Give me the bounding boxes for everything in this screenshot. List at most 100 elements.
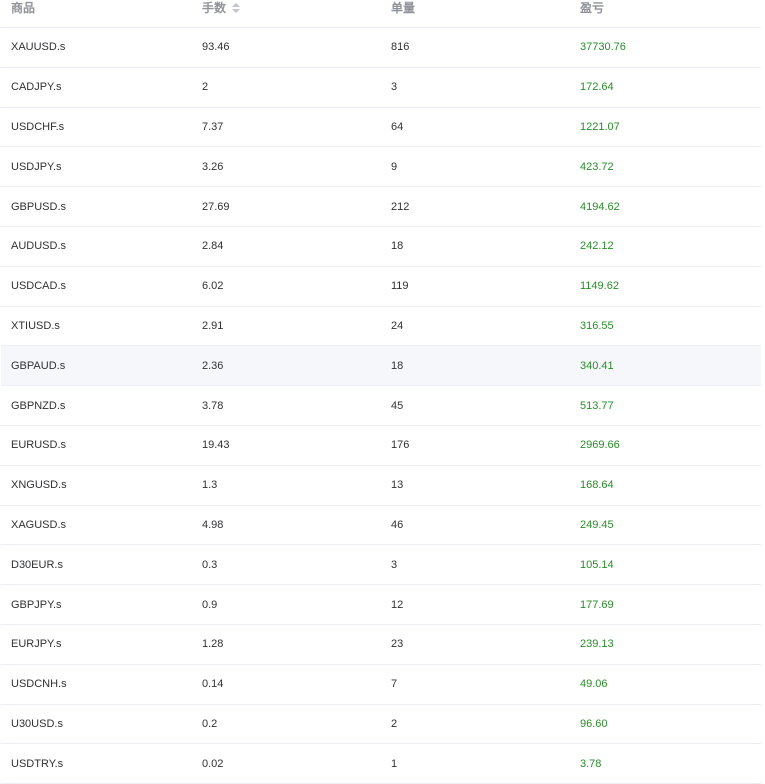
cell-lots: 4.98: [202, 518, 224, 531]
cell-pnl: 423.72: [580, 160, 614, 173]
cell-symbol: XAUUSD.s: [11, 41, 66, 54]
cell-lots: 27.69: [202, 200, 230, 213]
table-row[interactable]: GBPAUD.s 2.36 18 340.41: [1, 346, 761, 387]
column-header-label: 商品: [11, 1, 36, 15]
table-row[interactable]: USDCHF.s 7.37 64 1221.07: [1, 108, 761, 148]
cell-orders: 816: [391, 41, 410, 54]
table-row[interactable]: USDCAD.s 6.02 119 1149.62: [1, 267, 761, 307]
table-row[interactable]: XTIUSD.s 2.91 24 316.55: [1, 307, 761, 347]
cell-orders: 3: [391, 558, 398, 571]
cell-pnl: 37730.76: [580, 41, 626, 54]
cell-orders: 45: [391, 399, 404, 412]
cell-symbol: D30EUR.s: [11, 558, 63, 571]
cell-symbol: AUDUSD.s: [11, 240, 67, 253]
cell-symbol: USDCAD.s: [11, 280, 67, 293]
cell-pnl: 49.06: [580, 678, 608, 691]
table-row[interactable]: GBPNZD.s 3.78 45 513.77: [1, 386, 761, 426]
cell-symbol: EURJPY.s: [11, 638, 62, 651]
cell-lots: 1.28: [202, 638, 224, 651]
cell-orders: 64: [391, 120, 404, 133]
cell-orders: 7: [391, 678, 398, 691]
cell-symbol: XAGUSD.s: [11, 518, 67, 531]
trade-summary-table: 商品 手数 单量 盈亏 XAUUSD.s 93.46 816 37730.76 CADJ…: [1, 0, 761, 784]
cell-pnl: 513.77: [580, 399, 614, 412]
cell-pnl: 168.64: [580, 479, 614, 492]
cell-lots: 0.3: [202, 558, 218, 571]
column-header-lots[interactable]: 手数: [192, 0, 381, 16]
column-header-symbol[interactable]: 商品: [1, 0, 192, 16]
table-row[interactable]: CADJPY.s 2 3 172.64: [1, 68, 761, 108]
cell-orders: 13: [391, 479, 404, 492]
cell-orders: 18: [391, 240, 404, 253]
cell-symbol: USDTRY.s: [11, 757, 64, 770]
cell-orders: 18: [391, 359, 404, 372]
cell-lots: 3.78: [202, 399, 224, 412]
cell-lots: 1.3: [202, 479, 218, 492]
table-row[interactable]: GBPJPY.s 0.9 12 177.69: [1, 585, 761, 625]
cell-orders: 24: [391, 319, 404, 332]
cell-orders: 176: [391, 439, 410, 452]
cell-symbol: USDJPY.s: [11, 160, 62, 173]
cell-pnl: 242.12: [580, 240, 614, 253]
cell-orders: 2: [391, 717, 398, 730]
table-row[interactable]: XNGUSD.s 1.3 13 168.64: [1, 466, 761, 506]
cell-lots: 93.46: [202, 41, 230, 54]
cell-lots: 2: [202, 81, 209, 94]
cell-pnl: 1221.07: [580, 120, 620, 133]
table-row[interactable]: GBPUSD.s 27.69 212 4194.62: [1, 187, 761, 227]
column-header-label: 单量: [391, 1, 416, 15]
table-row[interactable]: XAGUSD.s 4.98 46 249.45: [1, 506, 761, 546]
column-header-orders[interactable]: 单量: [381, 0, 570, 16]
table-row[interactable]: AUDUSD.s 2.84 18 242.12: [1, 227, 761, 267]
cell-pnl: 249.45: [580, 518, 614, 531]
cell-lots: 19.43: [202, 439, 230, 452]
cell-pnl: 177.69: [580, 598, 614, 611]
table-row[interactable]: U30USD.s 0.2 2 96.60: [1, 705, 761, 745]
cell-orders: 119: [391, 280, 409, 293]
cell-symbol: GBPAUD.s: [11, 359, 66, 372]
cell-pnl: 96.60: [580, 717, 608, 730]
cell-lots: 6.02: [202, 280, 224, 293]
cell-lots: 2.36: [202, 359, 224, 372]
cell-pnl: 172.64: [580, 81, 614, 94]
cell-lots: 0.14: [202, 678, 224, 691]
cell-symbol: EURUSD.s: [11, 439, 67, 452]
table-header: 商品 手数 单量 盈亏: [1, 0, 761, 28]
table-row[interactable]: D30EUR.s 0.3 3 105.14: [1, 545, 761, 586]
cell-orders: 12: [391, 598, 404, 611]
cell-lots: 0.02: [202, 757, 224, 770]
cell-symbol: USDCNH.s: [11, 678, 67, 691]
cell-orders: 3: [391, 81, 398, 94]
cell-pnl: 2969.66: [580, 439, 620, 452]
cell-symbol: GBPUSD.s: [11, 200, 67, 213]
cell-orders: 23: [391, 638, 404, 651]
table-row[interactable]: EURUSD.s 19.43 176 2969.66: [1, 426, 761, 466]
table-row[interactable]: USDCNH.s 0.14 7 49.06: [1, 665, 761, 705]
cell-symbol: XTIUSD.s: [11, 319, 60, 332]
table-row[interactable]: XAUUSD.s 93.46 816 37730.76: [1, 28, 761, 68]
cell-lots: 2.91: [202, 319, 224, 332]
sort-caret-icon[interactable]: [232, 2, 241, 15]
cell-pnl: 340.41: [580, 359, 614, 372]
table-row[interactable]: USDJPY.s 3.26 9 423.72: [1, 147, 761, 188]
cell-orders: 46: [391, 518, 404, 531]
cell-orders: 1: [391, 757, 398, 770]
cell-symbol: GBPNZD.s: [11, 399, 66, 412]
cell-lots: 0.9: [202, 598, 218, 611]
column-header-label: 盈亏: [580, 1, 605, 15]
cell-pnl: 105.14: [580, 558, 614, 571]
table-body: XAUUSD.s 93.46 816 37730.76 CADJPY.s 2 3 172.64…: [1, 28, 761, 784]
cell-lots: 2.84: [202, 240, 224, 253]
table-row[interactable]: EURJPY.s 1.28 23 239.13: [1, 625, 761, 665]
cell-pnl: 1149.62: [580, 280, 619, 293]
cell-symbol: XNGUSD.s: [11, 479, 67, 492]
cell-symbol: CADJPY.s: [11, 81, 62, 94]
cell-symbol: GBPJPY.s: [11, 598, 62, 611]
cell-orders: 212: [391, 200, 410, 213]
cell-symbol: U30USD.s: [11, 717, 63, 730]
cell-symbol: USDCHF.s: [11, 120, 65, 133]
cell-pnl: 316.55: [580, 319, 614, 332]
column-header-pnl[interactable]: 盈亏: [570, 0, 761, 16]
cell-pnl: 3.78: [580, 757, 602, 770]
table-row[interactable]: USDTRY.s 0.02 1 3.78: [1, 744, 761, 784]
